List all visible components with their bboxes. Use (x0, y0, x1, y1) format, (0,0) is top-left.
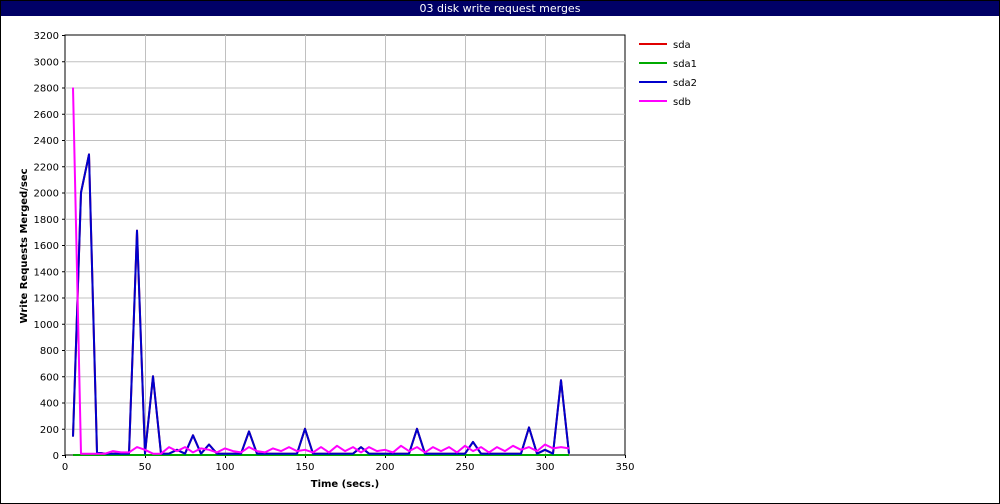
x-tick-label: 250 (455, 462, 474, 473)
y-tick-label: 3200 (34, 31, 59, 42)
legend-label-sda: sda (673, 40, 691, 51)
y-tick-label: 1000 (34, 320, 59, 331)
y-tick-label: 2200 (34, 162, 59, 173)
y-tick-label: 3000 (34, 57, 59, 68)
legend-label-sda2: sda2 (673, 78, 697, 89)
y-tick-label: 600 (40, 372, 59, 383)
y-axis-title: Write Requests Merged/sec (19, 168, 30, 323)
y-tick-label: 1200 (34, 294, 59, 305)
y-tick-label: 400 (40, 399, 59, 410)
y-tick-label: 200 (40, 425, 59, 436)
grid-lines (64, 34, 626, 456)
x-axis-title: Time (secs.) (311, 479, 380, 490)
y-tick-label: 0 (53, 451, 59, 462)
x-tick-label: 350 (615, 462, 634, 473)
legend: sda sda1 sda2 sdb (639, 40, 697, 108)
x-tick-label: 300 (535, 462, 554, 473)
legend-label-sdb: sdb (673, 97, 691, 108)
y-tick-label: 2600 (34, 110, 59, 121)
y-tick-label: 1400 (34, 267, 59, 278)
x-tick-label: 100 (215, 462, 234, 473)
y-tick-label: 1600 (34, 241, 59, 252)
x-tick-label: 50 (139, 462, 152, 473)
x-tick-label: 0 (62, 462, 68, 473)
legend-label-sda1: sda1 (673, 59, 697, 70)
y-tick-label: 1800 (34, 215, 59, 226)
x-tick-label: 150 (295, 462, 314, 473)
line-chart: 0200400600800100012001400160018002000220… (19, 31, 697, 490)
y-tick-label: 800 (40, 346, 59, 357)
y-tick-label: 2800 (34, 84, 59, 95)
y-tick-label: 2400 (34, 136, 59, 147)
y-tick-label: 2000 (34, 189, 59, 200)
x-tick-label: 200 (375, 462, 394, 473)
